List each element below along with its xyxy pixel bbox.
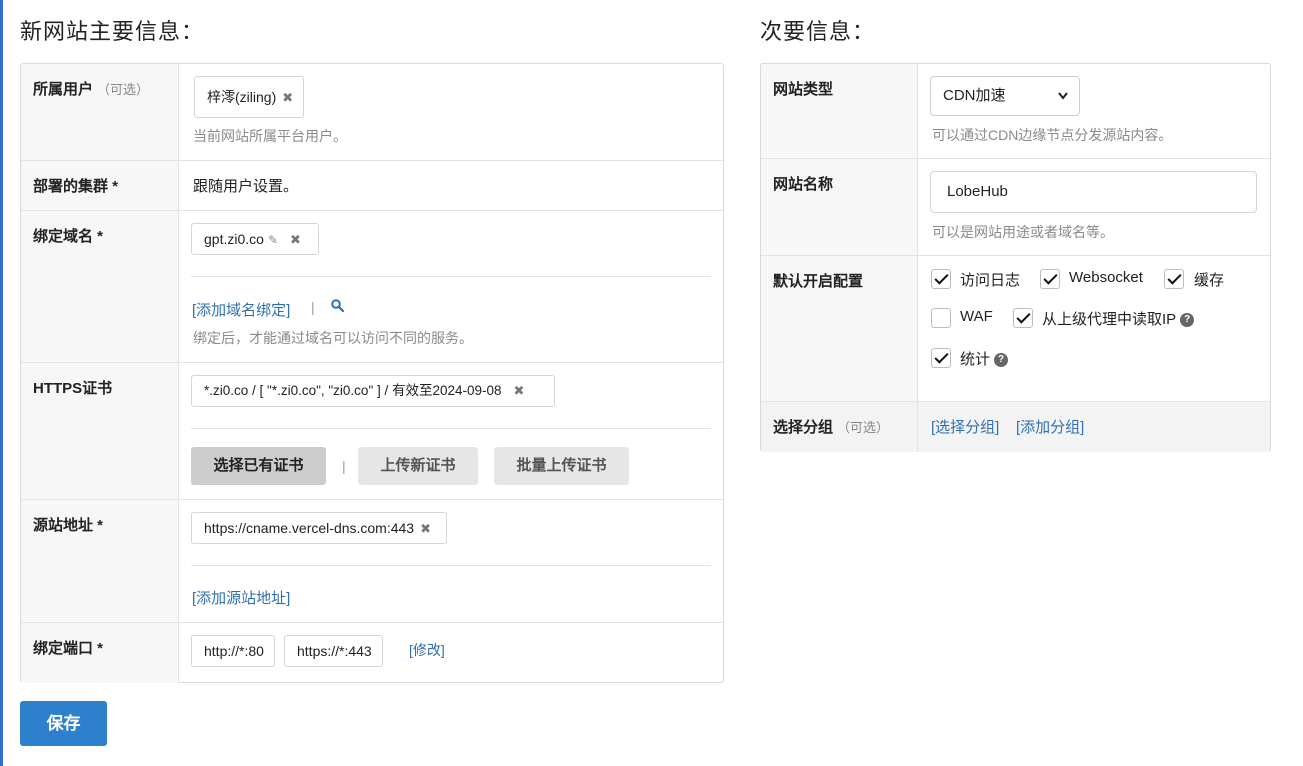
cluster-value-cell: 跟随用户设置。 <box>179 161 723 210</box>
user-label-cell: 所属用户 （可选） <box>21 64 179 160</box>
cache-label: 缓存 <box>1194 272 1225 289</box>
add-group-link[interactable]: [添加分组] <box>1016 416 1084 437</box>
origin-label: 源站地址 * <box>21 500 179 622</box>
stats-label: 统计 <box>960 351 991 368</box>
row-https: HTTPS证书 *.zi0.co / [ "*.zi0.co", "zi0.co… <box>21 363 723 500</box>
row-user: 所属用户 （可选） 梓澪(ziling) ✖ 当前网站所属平台用户。 <box>21 64 723 161</box>
domain-value-cell: gpt.zi0.co ✎ ✖ [添加域名绑定] | 绑定后，才能通过域名可以访问不同… <box>179 211 723 362</box>
http-port-tag: http://*:80 <box>191 635 275 667</box>
site-name-input[interactable]: LobeHub <box>930 171 1257 213</box>
edit-port-link[interactable]: [修改] <box>409 640 445 660</box>
group-label-cell: 选择分组 （可选） <box>761 402 918 452</box>
primary-section-title: 新网站主要信息： <box>20 19 205 44</box>
read-ip-from-proxy-option: 从上级代理中读取IP? <box>1042 308 1195 329</box>
read-ip-from-proxy-checkbox[interactable] <box>1013 308 1033 328</box>
row-origin: 源站地址 * https://cname.vercel-dns.com:443 ✖… <box>21 500 723 623</box>
cluster-label: 部署的集群 * <box>21 161 179 210</box>
default-config-label: 默认开启配置 <box>761 256 918 401</box>
port-value-cell: http://*:80 https://*:443 [修改] <box>179 623 723 683</box>
group-optional-note: （可选） <box>837 420 890 435</box>
site-name-value-cell: LobeHub 可以是网站用途或者域名等。 <box>918 159 1270 255</box>
batch-upload-cert-button[interactable]: 批量上传证书 <box>494 447 629 485</box>
websocket-checkbox[interactable] <box>1040 269 1060 289</box>
select-group-link[interactable]: [选择分组] <box>931 416 999 437</box>
cluster-value: 跟随用户设置。 <box>193 178 299 195</box>
origin-value-cell: https://cname.vercel-dns.com:443 ✖ [添加源站地… <box>179 500 723 622</box>
site-type-label: 网站类型 <box>761 64 918 158</box>
site-name-hint: 可以是网站用途或者域名等。 <box>932 224 1114 240</box>
origin-tag[interactable]: https://cname.vercel-dns.com:443 ✖ <box>191 512 447 544</box>
site-type-select[interactable]: CDN加速 <box>930 76 1080 116</box>
remove-domain-icon[interactable]: ✖ <box>290 232 301 247</box>
remove-origin-icon[interactable]: ✖ <box>420 521 431 536</box>
chevron-down-icon <box>1057 77 1069 130</box>
help-icon[interactable]: ? <box>1180 313 1195 328</box>
help-icon[interactable]: ? <box>994 353 1009 368</box>
save-button[interactable]: 保存 <box>20 701 107 746</box>
websocket-label: Websocket <box>1069 269 1143 286</box>
row-cluster: 部署的集群 * 跟随用户设置。 <box>21 161 723 211</box>
domain-tag-label: gpt.zi0.co <box>204 231 264 247</box>
row-site-name: 网站名称 LobeHub 可以是网站用途或者域名等。 <box>761 159 1270 256</box>
primary-form-table: 所属用户 （可选） 梓澪(ziling) ✖ 当前网站所属平台用户。 部署的集群 *… <box>20 63 724 683</box>
group-label: 选择分组 <box>773 419 834 436</box>
row-group: 选择分组 （可选） [选择分组] [添加分组] <box>761 402 1270 452</box>
user-hint: 当前网站所属平台用户。 <box>193 128 347 144</box>
secondary-section-title: 次要信息： <box>760 19 876 44</box>
add-origin-link[interactable]: [添加源站地址] <box>192 587 290 608</box>
domain-tag[interactable]: gpt.zi0.co ✎ ✖ <box>191 223 319 255</box>
https-divider <box>191 428 711 429</box>
domain-divider <box>191 276 711 277</box>
add-domain-link[interactable]: [添加域名绑定] <box>192 299 290 320</box>
stats-option: 统计? <box>960 348 1009 369</box>
row-default-config: 默认开启配置 访问日志 Websocket 缓存 WAF 从上级代理中读取IP?… <box>761 256 1270 402</box>
left-edge-accent <box>0 0 3 766</box>
stats-checkbox[interactable] <box>931 348 951 368</box>
read-ip-from-proxy-label: 从上级代理中读取IP <box>1042 311 1177 328</box>
waf-checkbox[interactable] <box>931 308 951 328</box>
waf-label: WAF <box>960 308 993 325</box>
access-log-checkbox[interactable] <box>931 269 951 289</box>
https-separator: | <box>342 458 346 474</box>
site-type-hint: 可以通过CDN边缘节点分发源站内容。 <box>932 127 1173 143</box>
user-label: 所属用户 <box>33 81 94 98</box>
site-type-value-cell: CDN加速 可以通过CDN边缘节点分发源站内容。 <box>918 64 1270 158</box>
origin-divider <box>191 565 711 566</box>
site-type-selected: CDN加速 <box>943 87 1006 104</box>
user-tag[interactable]: 梓澪(ziling) ✖ <box>194 76 305 118</box>
https-label: HTTPS证书 <box>21 363 179 499</box>
search-icon[interactable] <box>331 299 345 316</box>
site-name-label: 网站名称 <box>761 159 918 255</box>
row-site-type: 网站类型 CDN加速 可以通过CDN边缘节点分发源站内容。 <box>761 64 1270 159</box>
group-value-cell: [选择分组] [添加分组] <box>918 402 1270 452</box>
domain-label: 绑定域名 * <box>21 211 179 362</box>
access-log-label: 访问日志 <box>960 272 1021 289</box>
pencil-icon[interactable]: ✎ <box>268 233 278 247</box>
default-config-value-cell: 访问日志 Websocket 缓存 WAF 从上级代理中读取IP? 统计? <box>918 256 1270 401</box>
remove-cert-icon[interactable]: ✖ <box>514 383 525 398</box>
row-domain: 绑定域名 * gpt.zi0.co ✎ ✖ [添加域名绑定] | 绑定后，才能通过域… <box>21 211 723 363</box>
select-existing-cert-button[interactable]: 选择已有证书 <box>191 447 326 485</box>
cache-checkbox[interactable] <box>1164 269 1184 289</box>
domain-separator: | <box>311 299 315 315</box>
user-value-cell: 梓澪(ziling) ✖ 当前网站所属平台用户。 <box>179 64 723 160</box>
secondary-form-table: 网站类型 CDN加速 可以通过CDN边缘节点分发源站内容。 网站名称 LobeH… <box>760 63 1271 452</box>
remove-user-icon[interactable]: ✖ <box>282 90 293 105</box>
cert-tag-label: *.zi0.co / [ "*.zi0.co", "zi0.co" ] / 有效… <box>204 383 502 398</box>
port-label: 绑定端口 * <box>21 623 179 683</box>
row-port: 绑定端口 * http://*:80 https://*:443 [修改] <box>21 623 723 683</box>
https-value-cell: *.zi0.co / [ "*.zi0.co", "zi0.co" ] / 有效… <box>179 363 723 499</box>
user-tag-label: 梓澪(ziling) <box>207 89 277 105</box>
origin-tag-label: https://cname.vercel-dns.com:443 <box>204 520 415 536</box>
https-port-tag: https://*:443 <box>284 635 383 667</box>
user-optional-note: （可选） <box>97 82 150 97</box>
domain-hint: 绑定后，才能通过域名可以访问不同的服务。 <box>193 330 473 346</box>
cert-tag[interactable]: *.zi0.co / [ "*.zi0.co", "zi0.co" ] / 有效… <box>191 375 555 407</box>
upload-cert-button[interactable]: 上传新证书 <box>358 447 478 485</box>
